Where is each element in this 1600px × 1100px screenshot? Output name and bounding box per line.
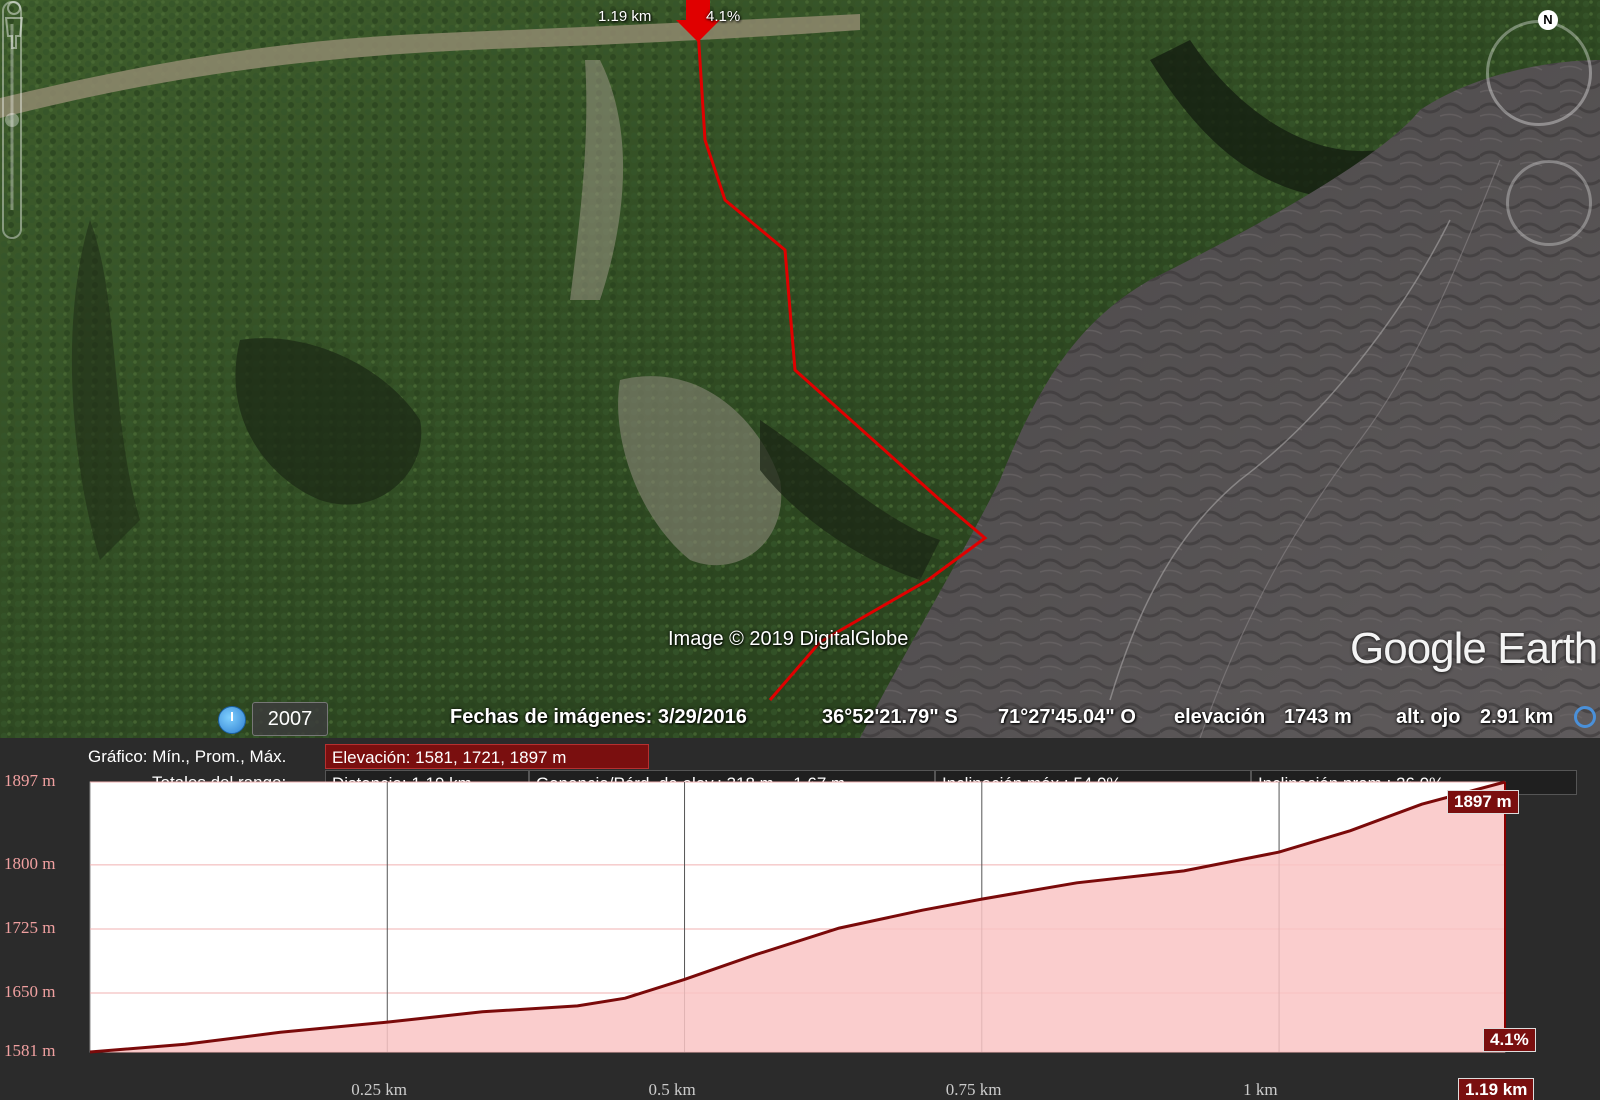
y-tick-label: 1725 m — [4, 917, 56, 937]
north-indicator[interactable]: N — [1538, 10, 1558, 30]
x-tick-label: 0.25 km — [351, 1080, 407, 1099]
elevation-chart[interactable] — [0, 738, 1600, 1100]
compass-ring-icon[interactable] — [1486, 20, 1592, 126]
imagery-date: Fechas de imágenes: 3/29/2016 — [450, 706, 747, 728]
google-earth-logo: Google Earth — [1350, 624, 1598, 673]
eye-altitude-label: alt. ojo — [1396, 706, 1461, 728]
historical-imagery-clock-icon[interactable] — [218, 706, 246, 734]
y-tick-label: 1800 m — [4, 853, 56, 873]
latitude-readout: 36°52'21.79" S — [822, 706, 958, 728]
zoom-slider-icon[interactable] — [0, 0, 24, 240]
google-earth-window: 1.19 km 4.1% Image © 2019 DigitalGlobe G… — [0, 0, 1600, 1100]
map-viewport[interactable]: 1.19 km 4.1% Image © 2019 DigitalGlobe G… — [0, 0, 1600, 738]
x-tick-label: 0.5 km — [648, 1080, 696, 1099]
elevation-value: 1743 m — [1284, 706, 1352, 728]
route-grade-label: 4.1% — [706, 8, 741, 25]
look-joystick-icon[interactable] — [1506, 160, 1592, 246]
elevation-profile-panel: Gráfico: Mín., Prom., Máx. Elevación: 15… — [0, 738, 1600, 1100]
route-distance-label: 1.19 km — [598, 8, 652, 25]
y-tick-label: 1897 m — [4, 771, 56, 790]
x-tick-label: 1 km — [1243, 1080, 1278, 1099]
x-tick-label: 0.75 km — [945, 1080, 1002, 1099]
eye-altitude-value: 2.91 km — [1480, 706, 1554, 728]
zoom-indicator-icon[interactable] — [1574, 706, 1596, 728]
y-tick-label: 1650 m — [4, 982, 56, 1002]
y-tick-label: 1581 m — [4, 1041, 56, 1060]
grade-flag: 4.1% — [1483, 1028, 1536, 1052]
max-elevation-flag: 1897 m — [1447, 790, 1519, 814]
longitude-readout: 71°27'45.04" O — [998, 706, 1136, 728]
elevation-label: elevación — [1174, 706, 1266, 728]
distance-flag: 1.19 km — [1458, 1078, 1535, 1100]
historical-year-field[interactable]: 2007 — [252, 702, 328, 736]
image-credit: Image © 2019 DigitalGlobe — [668, 628, 909, 650]
